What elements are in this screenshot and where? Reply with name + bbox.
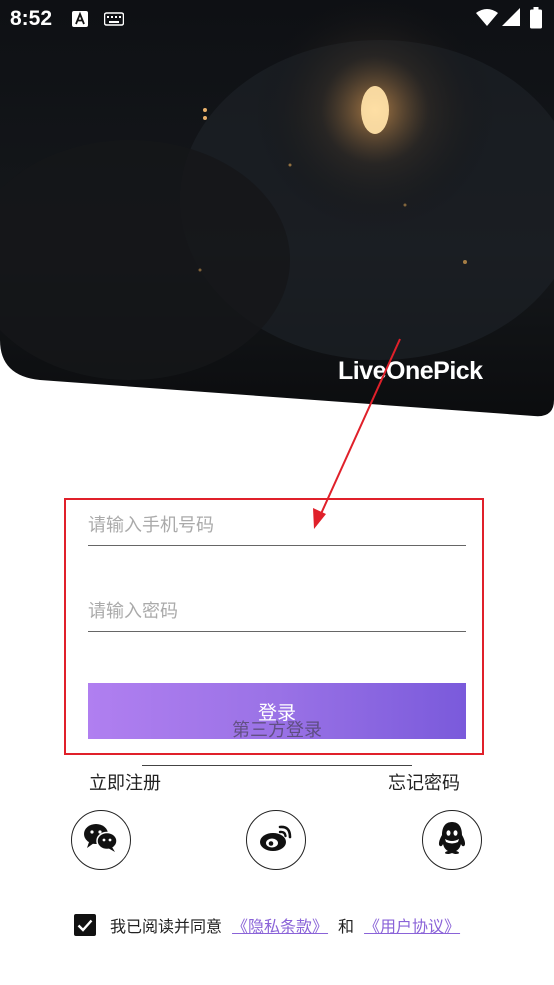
phone-field[interactable] bbox=[88, 505, 466, 546]
wechat-icon bbox=[83, 823, 119, 857]
phone-input[interactable] bbox=[88, 505, 466, 545]
agreement-checkbox[interactable] bbox=[74, 914, 96, 936]
forgot-password-link[interactable]: 忘记密码 bbox=[388, 769, 460, 795]
privacy-policy-link[interactable]: 《隐私条款》 bbox=[232, 913, 328, 937]
weibo-icon bbox=[258, 823, 294, 857]
brand-logo-text: LiveOnePick bbox=[338, 357, 483, 385]
qq-login-button[interactable] bbox=[422, 810, 482, 870]
password-input[interactable] bbox=[88, 591, 466, 631]
signal-icon bbox=[502, 8, 520, 30]
weibo-login-button[interactable] bbox=[246, 810, 306, 870]
qq-icon bbox=[436, 820, 468, 860]
battery-icon bbox=[530, 7, 542, 33]
a-notification-icon bbox=[72, 11, 88, 31]
login-button[interactable]: 登录 bbox=[88, 683, 466, 739]
agreement-row: 我已阅读并同意 《隐私条款》 和 《用户协议》 bbox=[74, 912, 460, 938]
status-time: 8:52 bbox=[10, 7, 53, 30]
wifi-icon bbox=[476, 9, 498, 31]
wechat-login-button[interactable] bbox=[71, 810, 131, 870]
user-agreement-link[interactable]: 《用户协议》 bbox=[364, 913, 460, 937]
agreement-text: 我已阅读并同意 bbox=[110, 917, 223, 936]
keyboard-icon bbox=[103, 11, 125, 31]
check-icon bbox=[77, 919, 93, 932]
status-bar: 8:52 bbox=[0, 0, 554, 40]
divider bbox=[142, 765, 412, 766]
agreement-and-text: 和 bbox=[338, 917, 355, 936]
register-link[interactable]: 立即注册 bbox=[89, 769, 161, 795]
password-field[interactable] bbox=[88, 591, 466, 632]
